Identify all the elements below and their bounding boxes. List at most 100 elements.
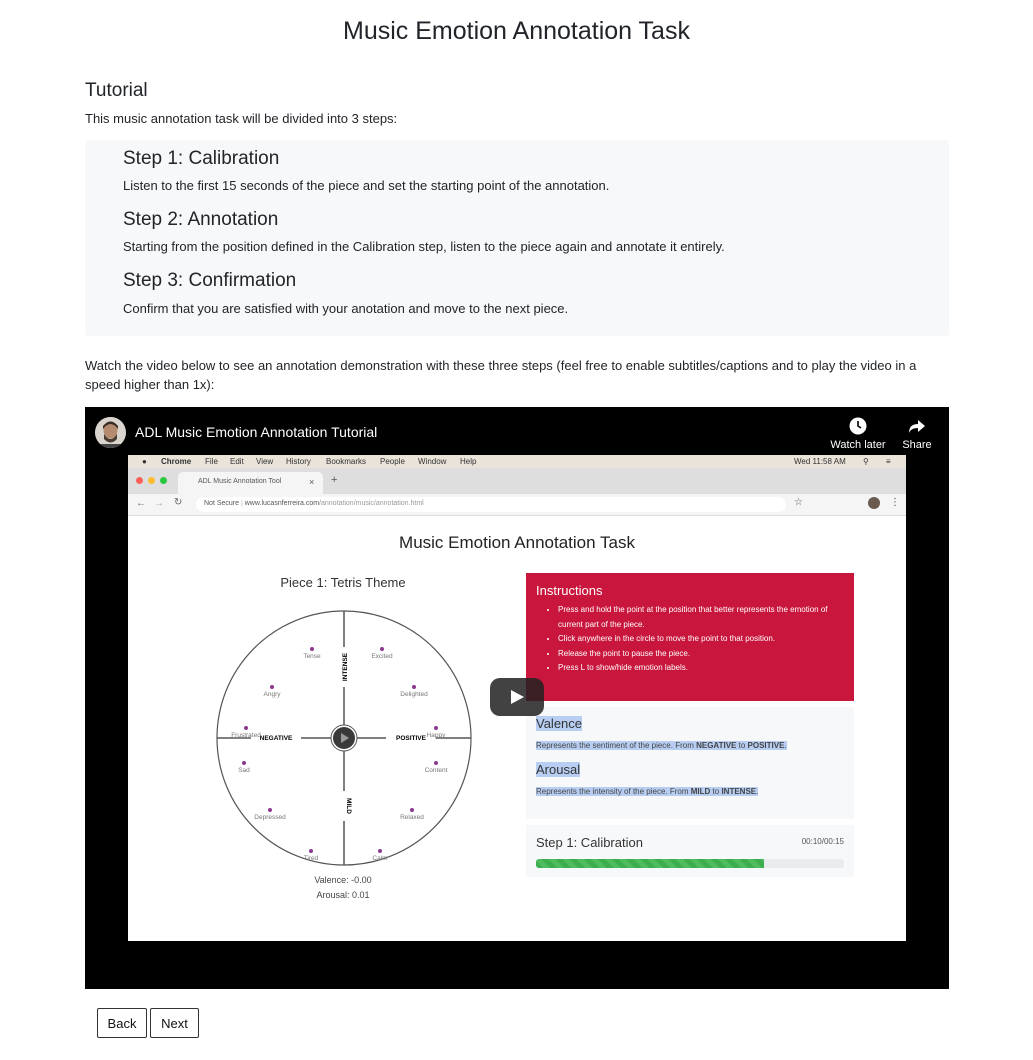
valence-description: Represents the sentiment of the piece. F…: [536, 741, 787, 750]
forward-arrow-icon: →: [154, 498, 164, 509]
progress-time: 00:10/00:15: [801, 837, 844, 846]
url-path: /annotation/music/annotation.html: [319, 500, 424, 507]
step-2-title: Step 2: Annotation: [123, 209, 279, 230]
emotion-dot: [242, 761, 246, 765]
progress-bar: [536, 859, 844, 868]
emotion-label-delighted: Delighted: [400, 691, 428, 698]
maximize-window-icon: [160, 477, 167, 484]
emotion-dot: [412, 685, 416, 689]
mac-menu-bar: ● Chrome File Edit View History Bookmark…: [128, 455, 906, 468]
emotion-label-tired: Tired: [304, 855, 319, 862]
emotion-label-frustrated: Frustrated: [231, 732, 261, 739]
emotion-dot: [410, 808, 414, 812]
step-3-title: Step 3: Confirmation: [123, 270, 297, 291]
spotlight-icon: ⚲: [863, 457, 869, 466]
video-instructions-text: Watch the video below to see an annotati…: [85, 358, 917, 392]
arousal-title: Arousal: [536, 762, 581, 777]
menu-people: People: [380, 457, 405, 466]
clock-text: Wed 11:58 AM: [794, 457, 846, 466]
menu-list-icon: ≡: [886, 457, 891, 466]
progress-panel: Step 1: Calibration 00:10/00:15: [526, 825, 854, 877]
emotion-label-sad: Sad: [238, 767, 250, 774]
section-title-tutorial: Tutorial: [85, 80, 148, 101]
menu-view: View: [256, 457, 274, 466]
inner-page-title: Music Emotion Annotation Task: [399, 533, 635, 552]
emotion-label-calm: Calm: [372, 855, 387, 862]
close-window-icon: [136, 477, 143, 484]
instruction-item: Press L to show/hide emotion labels.: [558, 661, 842, 676]
emotion-circle: NEGATIVE POSITIVE INTENSE MILD Tense Exci…: [216, 610, 472, 866]
dimension-info-panel: Valence Represents the sentiment of the …: [526, 707, 854, 819]
video-title[interactable]: ADL Music Emotion Annotation Tutorial: [135, 424, 377, 440]
progress-bar-fill: [536, 859, 764, 868]
apple-icon: ●: [142, 457, 147, 466]
emotion-label-excited: Excited: [371, 653, 393, 660]
back-arrow-icon: ←: [136, 498, 146, 509]
menu-file: File: [205, 457, 218, 466]
positive-axis-label: POSITIVE: [396, 735, 427, 742]
emotion-dot: [434, 761, 438, 765]
share-button[interactable]: Share: [887, 417, 947, 451]
profile-avatar: [868, 497, 880, 509]
url-not-secure: Not Secure: [204, 500, 240, 507]
step-3-text: Confirm that you are satisfied with your…: [123, 301, 569, 316]
emotion-label-content: Content: [425, 767, 448, 774]
steps-panel: Step 1: Calibration Listen to the first …: [85, 140, 949, 336]
menu-window: Window: [418, 457, 447, 466]
valence-readout: Valence: -0.00: [314, 875, 372, 885]
emotion-label-relaxed: Relaxed: [400, 814, 424, 821]
instruction-item: Press and hold the point at the position…: [558, 603, 842, 632]
mild-axis-label: MILD: [345, 798, 352, 814]
instructions-list: Press and hold the point at the position…: [542, 603, 842, 676]
clock-icon: [849, 417, 867, 435]
play-button[interactable]: [490, 678, 544, 716]
emotion-dot: [244, 726, 248, 730]
tab-close-icon: ×: [309, 477, 315, 487]
watch-later-button[interactable]: Watch later: [828, 417, 888, 451]
arousal-description: Represents the intensity of the piece. F…: [536, 787, 759, 796]
page-title: Music Emotion Annotation Task: [343, 17, 690, 45]
piece-title: Piece 1: Tetris Theme: [280, 575, 406, 590]
emotion-label-depressed: Depressed: [254, 814, 286, 821]
more-options-icon: ⋮: [890, 497, 900, 508]
back-button[interactable]: Back: [97, 1008, 147, 1038]
valence-title: Valence: [536, 716, 583, 731]
video-player[interactable]: ADL Music Emotion Annotation Tutorial Wa…: [85, 407, 949, 989]
emotion-dot: [380, 647, 384, 651]
progress-step-title: Step 1: Calibration: [536, 835, 643, 850]
url-host: www.lucasnferreira.com: [244, 500, 320, 507]
emotion-dot: [378, 849, 382, 853]
step-1-title: Step 1: Calibration: [123, 148, 280, 169]
arousal-readout: Arousal: 0.01: [316, 890, 370, 900]
share-label: Share: [902, 439, 932, 451]
menu-history: History: [286, 457, 311, 466]
emotion-label-tense: Tense: [303, 653, 321, 660]
minimize-window-icon: [148, 477, 155, 484]
browser-tab-bar: ADL Music Annotation Tool × +: [128, 468, 906, 494]
browser-tab: ADL Music Annotation Tool ×: [178, 472, 323, 494]
menu-edit: Edit: [230, 457, 244, 466]
emotion-dot: [434, 726, 438, 730]
address-bar: ← → ↻ Not Secure | www.lucasnferreira.co…: [128, 494, 906, 516]
url-field: Not Secure | www.lucasnferreira.com/anno…: [196, 497, 786, 512]
watch-later-label: Watch later: [830, 439, 886, 451]
emotion-label-happy: Happy: [427, 732, 447, 739]
intro-text: This music annotation task will be divid…: [85, 111, 398, 126]
share-icon: [909, 420, 925, 433]
step-1-text: Listen to the first 15 seconds of the pi…: [123, 178, 610, 193]
emotion-label-angry: Angry: [264, 691, 282, 698]
instruction-item: Click anywhere in the circle to move the…: [558, 632, 842, 647]
bookmark-star-icon: ☆: [794, 497, 803, 508]
emotion-dot: [268, 808, 272, 812]
instructions-panel: Instructions Press and hold the point at…: [526, 573, 854, 701]
new-tab-icon: +: [331, 474, 338, 486]
next-button[interactable]: Next: [150, 1008, 199, 1038]
intense-axis-label: INTENSE: [342, 652, 349, 681]
emotion-dot: [309, 849, 313, 853]
menu-bookmarks: Bookmarks: [326, 457, 367, 466]
menu-help: Help: [460, 457, 477, 466]
step-2-text: Starting from the position defined in th…: [123, 239, 725, 254]
emotion-dot: [310, 647, 314, 651]
tab-title: ADL Music Annotation Tool: [198, 478, 282, 485]
channel-avatar[interactable]: [95, 417, 126, 448]
